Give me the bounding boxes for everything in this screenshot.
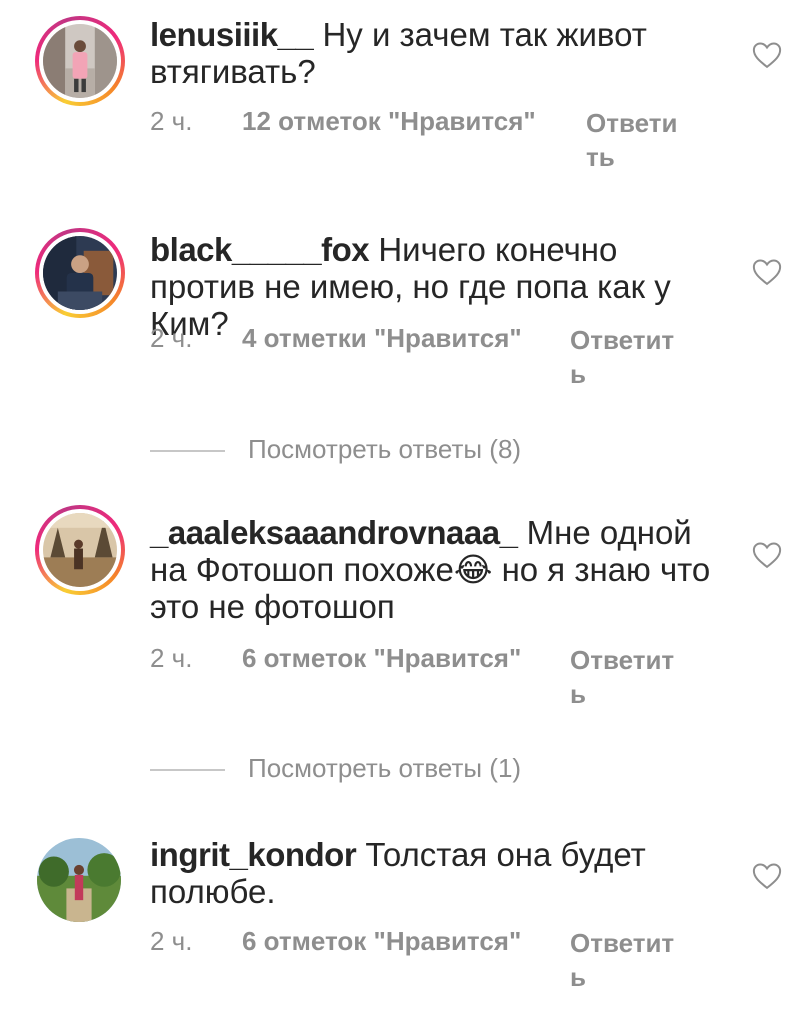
view-replies-label[interactable]: Посмотреть ответы (8)	[248, 434, 521, 465]
comment-username[interactable]: ingrit_kondor	[150, 836, 357, 873]
comment-likes[interactable]: 6 отметок "Нравится"	[242, 643, 521, 674]
heart-outline-icon	[752, 863, 782, 890]
like-heart-icon[interactable]	[752, 862, 782, 890]
avatar-photo	[43, 513, 117, 587]
view-replies-button[interactable]: Посмотреть ответы (1)	[150, 753, 600, 787]
comment-time: 2 ч.	[150, 106, 193, 136]
comment-text: ingrit_kondor Толстая она будет полюбе.	[150, 836, 720, 910]
view-replies-label[interactable]: Посмотреть ответы (1)	[248, 753, 521, 784]
comment-username[interactable]: lenusiiik__	[150, 16, 314, 53]
comment-text: _aaaleksaaandrovnaaa_ Мне одной на Фотош…	[150, 514, 720, 625]
heart-outline-icon	[752, 259, 782, 286]
comment-time: 2 ч.	[150, 323, 193, 353]
laughing-emoji-icon: 😂	[453, 551, 493, 588]
avatar-inner	[39, 232, 121, 314]
reply-button[interactable]: Ответить	[586, 106, 684, 174]
avatar-photo	[43, 236, 117, 310]
view-replies-divider	[150, 769, 225, 771]
comment-text: lenusiiik__ Ну и зачем так живот втягива…	[150, 16, 720, 90]
avatar-photo	[43, 24, 117, 98]
reply-button[interactable]: Ответить	[570, 926, 682, 994]
comment-likes[interactable]: 6 отметок "Нравится"	[242, 926, 521, 957]
comment-username[interactable]: _aaaleksaaandrovnaaa_	[150, 514, 518, 551]
comment-username[interactable]: black_____fox	[150, 231, 370, 268]
avatar[interactable]	[35, 16, 125, 106]
avatar-image	[43, 513, 117, 587]
reply-button[interactable]: Ответить	[570, 323, 682, 391]
like-heart-icon[interactable]	[752, 541, 782, 569]
avatar[interactable]	[35, 505, 125, 595]
heart-outline-icon	[752, 42, 782, 69]
like-heart-icon[interactable]	[752, 41, 782, 69]
avatar-photo	[37, 838, 121, 922]
avatar-image	[43, 236, 117, 310]
reply-button[interactable]: Ответить	[570, 643, 682, 711]
view-replies-button[interactable]: Посмотреть ответы (8)	[150, 434, 600, 468]
heart-outline-icon	[752, 542, 782, 569]
comment-time: 2 ч.	[150, 643, 193, 673]
comment-likes[interactable]: 4 отметки "Нравится"	[242, 323, 522, 354]
view-replies-divider	[150, 450, 225, 452]
avatar-inner	[39, 20, 121, 102]
avatar[interactable]	[37, 838, 121, 922]
avatar-image	[37, 838, 121, 922]
comment-time: 2 ч.	[150, 926, 193, 956]
avatar[interactable]	[35, 228, 125, 318]
comment-likes[interactable]: 12 отметок "Нравится"	[242, 106, 536, 137]
like-heart-icon[interactable]	[752, 258, 782, 286]
avatar-image	[43, 24, 117, 98]
avatar-inner	[39, 509, 121, 591]
